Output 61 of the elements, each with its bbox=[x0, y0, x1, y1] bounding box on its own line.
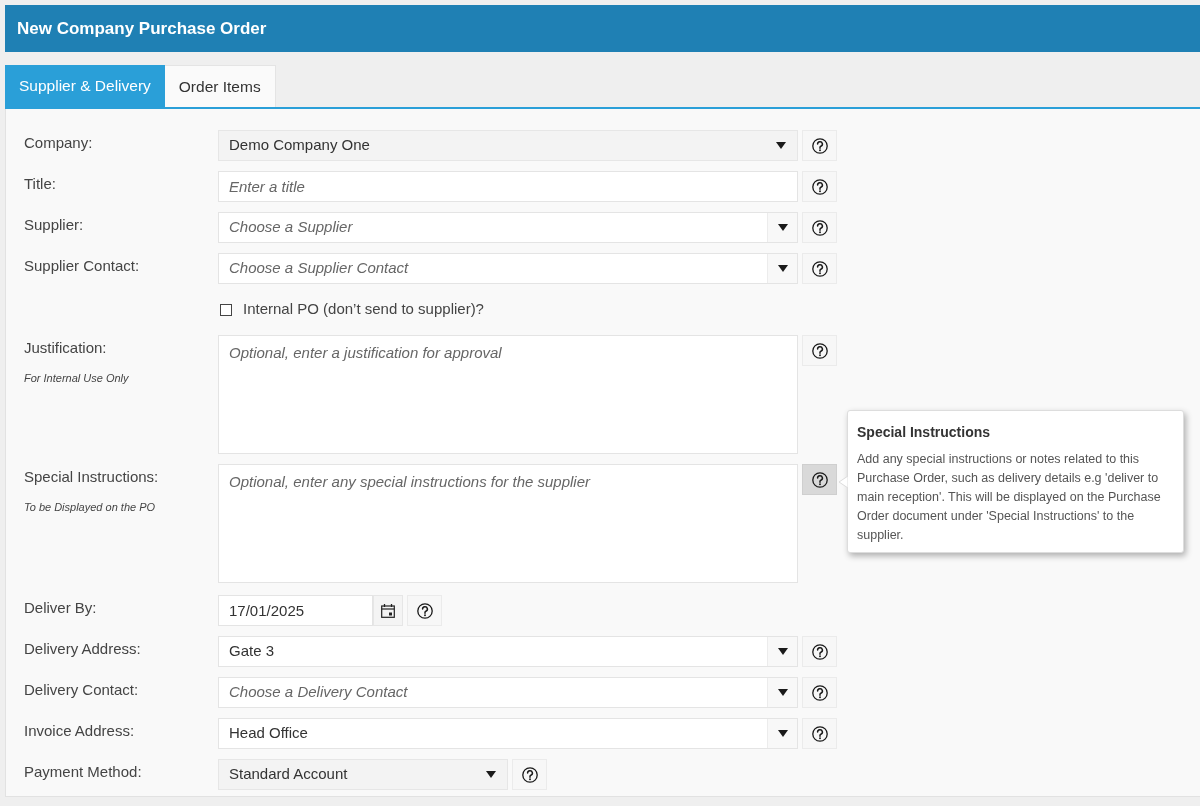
field-label: Justification: bbox=[24, 339, 108, 357]
combobox-field[interactable]: Choose a Supplier Contact bbox=[218, 253, 798, 284]
text-area[interactable]: Optional, enter a justification for approval bbox=[218, 335, 798, 454]
select-field[interactable]: Standard Account bbox=[218, 759, 508, 790]
help-icon bbox=[811, 725, 828, 742]
input-field[interactable]: Enter a title bbox=[218, 171, 798, 202]
field-label: Supplier Contact: bbox=[24, 257, 141, 275]
help-button[interactable] bbox=[802, 718, 837, 749]
field-label: Invoice Address: bbox=[24, 722, 136, 740]
date-field[interactable]: 17/01/2025 bbox=[218, 595, 373, 626]
combobox-field[interactable]: Gate 3 bbox=[218, 636, 798, 667]
field-label: Company: bbox=[24, 134, 94, 152]
text-area[interactable]: Optional, enter any special instructions for the supplier bbox=[218, 464, 798, 583]
caret-icon bbox=[486, 771, 496, 778]
field-label: Delivery Address: bbox=[24, 640, 142, 658]
help-button[interactable] bbox=[802, 636, 837, 667]
field-label: Supplier: bbox=[24, 216, 85, 234]
caret-icon bbox=[777, 224, 788, 231]
checkbox-label: Internal PO (don’t send to supplier)? bbox=[243, 299, 484, 320]
help-button[interactable] bbox=[802, 171, 837, 202]
caret-icon bbox=[776, 142, 786, 149]
tooltip-title: Special Instructions bbox=[857, 423, 992, 442]
field-hint: To be Displayed on the PO bbox=[24, 500, 157, 515]
field-label: Payment Method: bbox=[24, 763, 143, 781]
caret-icon bbox=[777, 730, 788, 737]
help-button[interactable] bbox=[802, 464, 837, 495]
help-icon bbox=[811, 471, 828, 488]
help-button[interactable] bbox=[512, 759, 547, 790]
help-button[interactable] bbox=[802, 212, 837, 243]
checkbox[interactable] bbox=[220, 303, 232, 316]
help-icon bbox=[811, 684, 828, 701]
help-button[interactable] bbox=[802, 253, 837, 284]
calendar-icon bbox=[381, 603, 395, 618]
page-title: New Company Purchase Order bbox=[17, 17, 267, 40]
select-field[interactable]: Demo Company One bbox=[218, 130, 798, 161]
help-icon bbox=[811, 643, 828, 660]
help-icon bbox=[811, 219, 828, 236]
field-label: Delivery Contact: bbox=[24, 681, 140, 699]
calendar-button[interactable] bbox=[373, 595, 403, 626]
field-label: Special Instructions: bbox=[24, 468, 160, 486]
tab[interactable]: Order Items bbox=[164, 65, 276, 107]
help-icon bbox=[811, 260, 828, 277]
caret-icon bbox=[777, 689, 788, 696]
caret-icon bbox=[777, 648, 788, 655]
combobox-field[interactable]: Head Office bbox=[218, 718, 798, 749]
caret-icon bbox=[777, 265, 788, 272]
help-icon bbox=[811, 342, 828, 359]
help-button[interactable] bbox=[802, 335, 837, 366]
combobox-field[interactable]: Choose a Supplier bbox=[218, 212, 798, 243]
help-icon bbox=[416, 602, 433, 619]
help-icon bbox=[811, 137, 828, 154]
field-label: Deliver By: bbox=[24, 599, 98, 617]
help-icon bbox=[811, 178, 828, 195]
combobox-field[interactable]: Choose a Delivery Contact bbox=[218, 677, 798, 708]
field-label: Title: bbox=[24, 175, 57, 193]
tooltip-text: Add any special instructions or notes related to this Purchase Order, such as delivery details e.g 'deliver to main reception'. This will be displayed on the Purchase Order document under 'Special Instructions' to the supplier. bbox=[857, 451, 1162, 544]
help-button[interactable] bbox=[802, 130, 837, 161]
help-button[interactable] bbox=[802, 677, 837, 708]
help-button[interactable] bbox=[407, 595, 442, 626]
help-icon bbox=[521, 766, 538, 783]
field-hint: For Internal Use Only bbox=[24, 371, 130, 386]
